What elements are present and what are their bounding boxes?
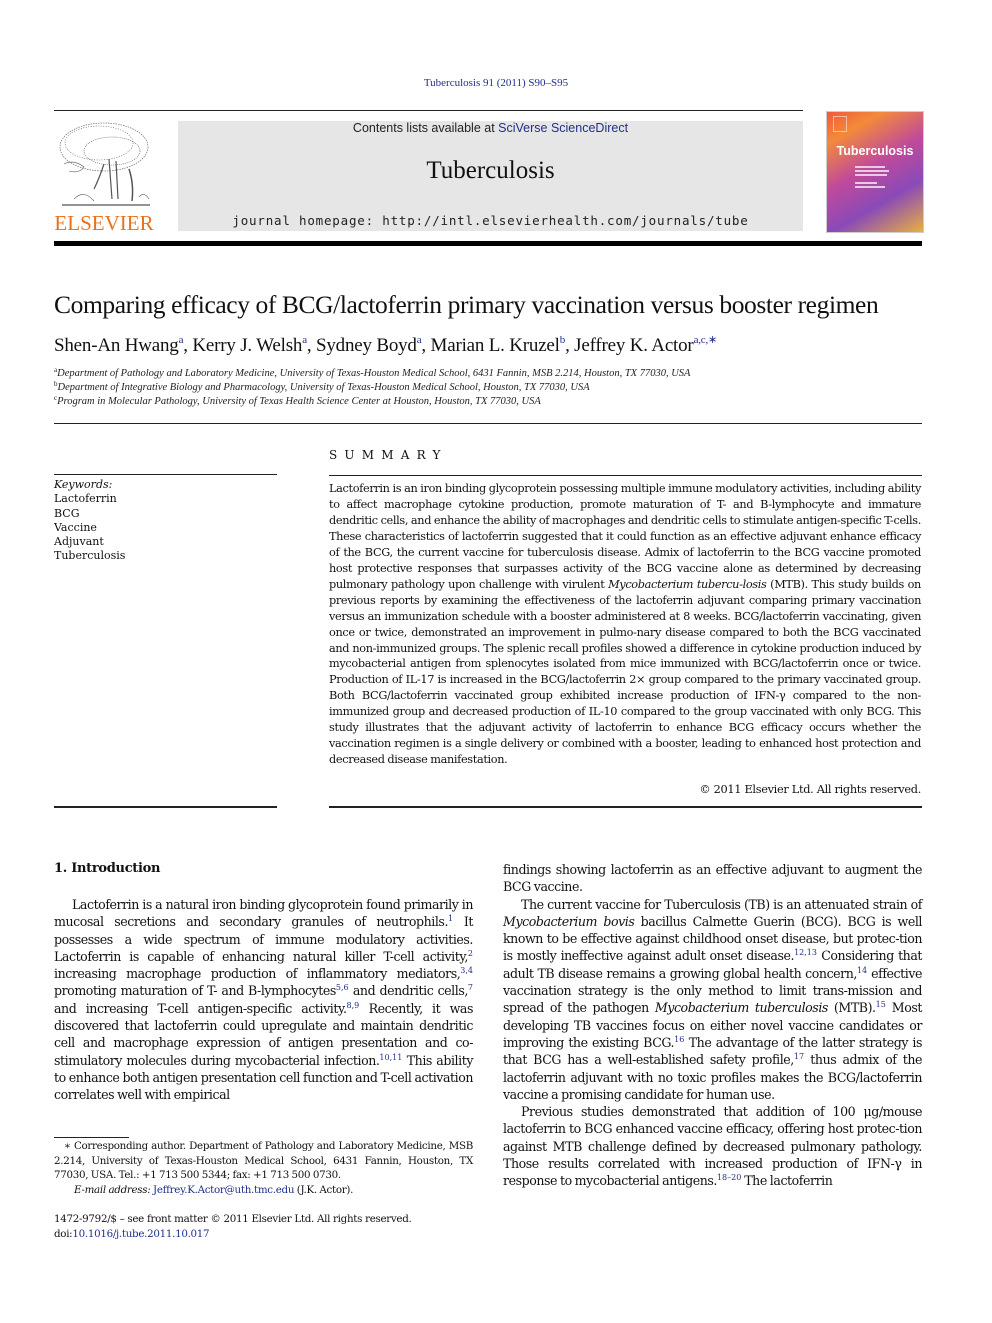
citation-link[interactable]: 7 xyxy=(468,983,473,992)
affiliation: cProgram in Molecular Pathology, Univers… xyxy=(54,394,541,407)
journal-title: Tuberculosis xyxy=(426,157,555,184)
corresponding-author-footnote: ∗ Corresponding author. Department of Pa… xyxy=(54,1137,473,1197)
text-run: (MTB). xyxy=(827,1000,876,1016)
keywords-block: Keywords: Lactoferrin BCG Vaccine Adjuva… xyxy=(54,478,125,564)
doi-prefix: doi: xyxy=(54,1227,73,1240)
citation-link[interactable]: 15 xyxy=(876,1000,886,1009)
text-run: promoting maturation of T- and B-lymphoc… xyxy=(54,983,336,999)
article-title: Comparing efficacy of BCG/lactoferrin pr… xyxy=(54,290,879,319)
summary-top-rule xyxy=(329,475,922,476)
author-name: Shen-An Hwang xyxy=(54,335,179,356)
affiliation-text: Program in Molecular Pathology, Universi… xyxy=(57,396,541,407)
keyword-item: BCG xyxy=(54,506,80,520)
paragraph: Lactoferrin is a natural iron binding gl… xyxy=(54,896,473,1104)
front-matter: 1472-9792/$ – see front matter © 2011 El… xyxy=(54,1212,412,1242)
email-link[interactable]: Jeffrey.K.Actor@uth.tmc.edu xyxy=(153,1184,294,1196)
affiliation-marker[interactable]: a xyxy=(417,334,422,346)
cover-publisher-icon xyxy=(833,116,847,132)
masthead-rule xyxy=(54,241,922,246)
summary-part: (MTB). This study builds on previous rep… xyxy=(329,577,921,767)
author-name: Sydney Boyd xyxy=(316,335,417,356)
keyword-item: Adjuvant xyxy=(54,535,104,549)
summary-italic: Mycobacterium tubercu-losis xyxy=(608,577,767,591)
citation-link[interactable]: 18–20 xyxy=(717,1173,741,1182)
affiliation-marker[interactable]: a,c,∗ xyxy=(694,334,718,346)
citation-link[interactable]: 8,9 xyxy=(347,1001,360,1010)
citation-link[interactable]: 10,11 xyxy=(379,1053,402,1062)
cover-text-line xyxy=(855,170,889,172)
affiliation-marker[interactable]: a xyxy=(302,334,307,346)
citation-link[interactable]: 2 xyxy=(468,949,473,958)
copyright-notice: © 2011 Elsevier Ltd. All rights reserved… xyxy=(699,783,921,796)
body-column-right: findings showing lactoferrin as an effec… xyxy=(503,861,922,1190)
citation-link[interactable]: 16 xyxy=(674,1035,684,1044)
contents-prefix: Contents lists available at xyxy=(352,121,499,135)
sciencedirect-link[interactable]: SciVerse ScienceDirect xyxy=(498,121,628,135)
journal-homepage-link[interactable]: journal homepage: http://intl.elsevierhe… xyxy=(178,213,803,228)
email-line: E-mail address: Jeffrey.K.Actor@uth.tmc.… xyxy=(54,1183,473,1198)
text-run: The current vaccine for Tuberculosis (TB… xyxy=(521,896,922,912)
corresponding-author-text: ∗ Corresponding author. Department of Pa… xyxy=(54,1140,473,1182)
text-run: Lactoferrin is a natural iron binding gl… xyxy=(54,897,473,930)
author-name: Marian L. Kruzel xyxy=(430,335,560,356)
text-run: The lactoferrin xyxy=(741,1173,833,1189)
keyword-item: Vaccine xyxy=(54,520,97,534)
citation-link[interactable]: 3,4 xyxy=(460,966,473,975)
text-run: and increasing T-cell antigen-specific a… xyxy=(54,1000,347,1016)
doi-line: doi:10.1016/j.tube.2011.10.017 xyxy=(54,1227,411,1242)
text-run: Previous studies demonstrated that addit… xyxy=(503,1104,922,1189)
keywords-bottom-rule xyxy=(54,806,277,808)
paragraph: findings showing lactoferrin as an effec… xyxy=(503,862,922,895)
cover-title: Tuberculosis xyxy=(836,144,914,158)
email-label: E-mail address: xyxy=(74,1183,151,1196)
journal-cover-image: Tuberculosis xyxy=(826,111,924,233)
summary-text: Lactoferrin is an iron binding glycoprot… xyxy=(329,481,921,768)
summary-bottom-rule xyxy=(329,806,922,808)
summary-heading: SUMMARY xyxy=(329,448,448,462)
author-name: Jeffrey K. Actor xyxy=(574,335,694,356)
citation-link[interactable]: 12,13 xyxy=(794,948,817,957)
journal-citation-link[interactable]: Tuberculosis 91 (2011) S90–S95 xyxy=(0,77,992,89)
summary-part: Lactoferrin is an iron binding glycoprot… xyxy=(329,482,921,591)
issn-line: 1472-9792/$ – see front matter © 2011 El… xyxy=(54,1213,412,1225)
author-list: Shen-An Hwanga, Kerry J. Welsha, Sydney … xyxy=(54,334,718,356)
cover-text-line xyxy=(855,186,885,188)
text-run: and dendritic cells, xyxy=(348,983,468,999)
affiliation-marker[interactable]: b xyxy=(560,334,566,346)
author-name: Kerry J. Welsh xyxy=(192,335,303,356)
keyword-item: Lactoferrin xyxy=(54,492,117,506)
section-heading-introduction: 1. Introduction xyxy=(54,861,161,876)
keyword-item: Tuberculosis xyxy=(54,549,126,563)
elsevier-logo: ELSEVIER xyxy=(54,119,154,235)
cover-text-line xyxy=(855,182,877,184)
keywords-label: Keywords: xyxy=(54,478,113,491)
cover-text-line xyxy=(855,174,887,176)
section-divider xyxy=(54,423,922,424)
citation-link[interactable]: 5,6 xyxy=(336,983,349,992)
keywords-top-rule xyxy=(54,474,277,475)
affiliation-marker[interactable]: a xyxy=(179,334,184,346)
citation-link[interactable]: 17 xyxy=(794,1052,804,1061)
italic-term: Mycobacterium tuberculosis xyxy=(654,1000,829,1016)
contents-line: Contents lists available at SciVerse Sci… xyxy=(178,121,803,135)
cover-text-line xyxy=(855,166,885,168)
body-column-left: Lactoferrin is a natural iron binding gl… xyxy=(54,896,473,1104)
publisher-wordmark: ELSEVIER xyxy=(54,211,154,235)
journal-masthead: Contents lists available at SciVerse Sci… xyxy=(178,121,803,231)
doi-link[interactable]: 10.1016/j.tube.2011.10.017 xyxy=(72,1228,209,1240)
header-rule xyxy=(54,110,803,111)
italic-term: Mycobacterium bovis xyxy=(503,913,635,929)
affiliation-text: Department of Pathology and Laboratory M… xyxy=(57,368,691,379)
elsevier-tree-icon xyxy=(59,122,150,206)
citation-link[interactable]: 14 xyxy=(857,966,867,975)
paragraph: The current vaccine for Tuberculosis (TB… xyxy=(503,896,922,1104)
email-suffix: (J.K. Actor). xyxy=(294,1183,354,1196)
affiliation-text: Department of Integrative Biology and Ph… xyxy=(57,382,590,393)
paragraph: Previous studies demonstrated that addit… xyxy=(503,1103,922,1189)
affiliation: aDepartment of Pathology and Laboratory … xyxy=(54,366,690,379)
text-run: increasing macrophage production of infl… xyxy=(54,966,461,982)
affiliation: bDepartment of Integrative Biology and P… xyxy=(54,380,590,393)
